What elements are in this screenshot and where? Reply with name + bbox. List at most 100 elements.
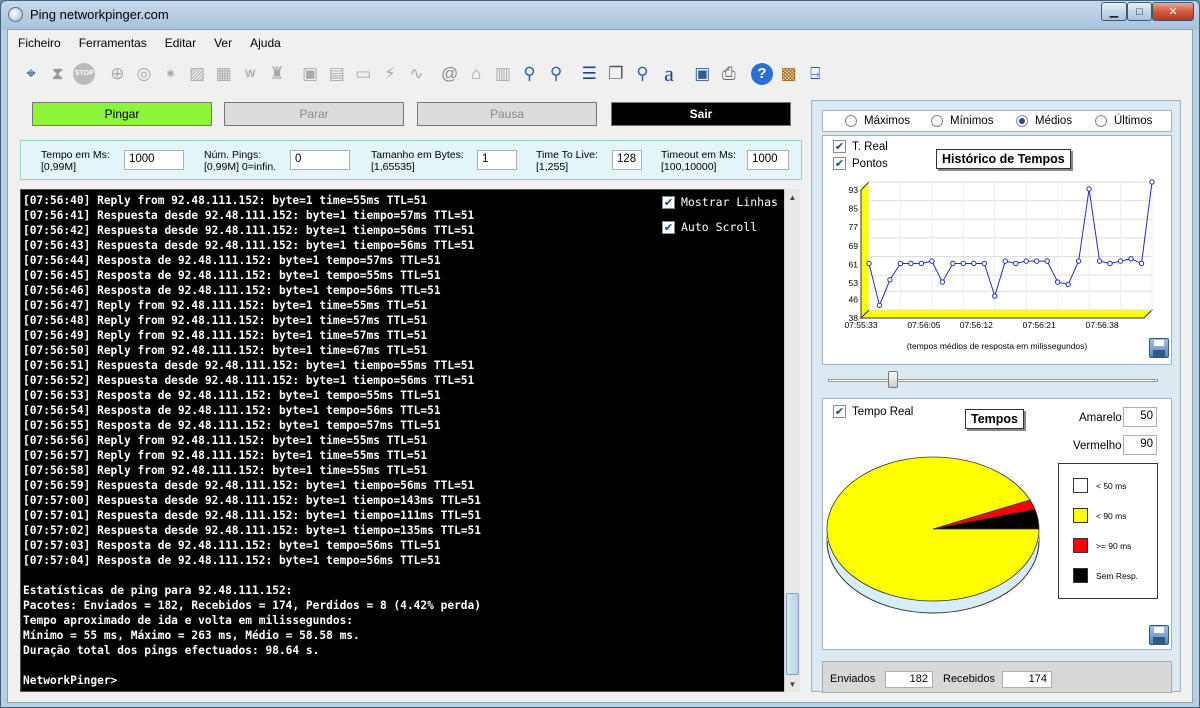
history-slider[interactable] — [822, 371, 1172, 388]
exit-door-icon[interactable]: ⍈ — [802, 61, 828, 87]
save-icon[interactable]: ▣ — [689, 61, 715, 87]
bank-icon[interactable]: ⌂ — [463, 61, 489, 87]
whois-icon[interactable]: ✱ — [158, 61, 184, 87]
exit-button[interactable]: Sair — [611, 102, 791, 126]
console-line: [07:56:48] Reply from 92.48.111.152: byt… — [23, 314, 428, 327]
menu-ficheiro[interactable]: Ficheiro — [18, 36, 61, 50]
menu-ver[interactable]: Ver — [214, 36, 232, 50]
legend-swatch — [1073, 538, 1088, 553]
save-chart-icon[interactable] — [1149, 625, 1169, 645]
castle-icon[interactable]: ♜ — [264, 61, 290, 87]
history-point — [939, 279, 946, 285]
copy-icon[interactable]: ❐ — [603, 61, 629, 87]
pontos-checkbox[interactable]: ✔ Pontos — [833, 157, 888, 170]
history-point — [971, 260, 977, 267]
traceroute-icon[interactable]: ▨ — [184, 61, 210, 87]
stop-icon[interactable]: STOP — [71, 61, 97, 87]
title-bar[interactable]: Ping networkpinger.com ▁ □ ✕ — [1, 1, 1199, 29]
console-output[interactable]: [07:56:40] Reply from 92.48.111.152: byt… — [20, 189, 800, 692]
ttl-input[interactable]: 128 — [612, 150, 642, 170]
grid-icon[interactable]: ▦ — [211, 61, 237, 87]
radio-maximos[interactable]: Máximos — [845, 115, 910, 127]
search-key-icon[interactable]: ⚲ — [516, 61, 542, 87]
radio-circle — [845, 115, 857, 127]
slider-thumb[interactable] — [888, 371, 898, 388]
history-point — [960, 260, 967, 267]
tempo-real-checkbox[interactable]: ✔ Tempo Real — [833, 405, 913, 418]
console-line: [07:57:04] Resposta de 92.48.111.152: by… — [23, 554, 441, 567]
monitor-scan-icon[interactable]: ▤ — [324, 61, 350, 87]
console-line: [07:56:40] Reply from 92.48.111.152: byt… — [23, 194, 428, 207]
minimize-button[interactable]: ▁ — [1101, 2, 1127, 21]
console-line: [07:57:02] Respuesta desde 92.48.111.152… — [23, 524, 482, 537]
totals-bar: Enviados 182 Recebidos 174 — [822, 661, 1172, 693]
timeout-input[interactable]: 1000 — [747, 150, 789, 170]
pause-button[interactable]: Pausa — [417, 102, 597, 126]
menu-bar: Ficheiro Ferramentas Editar Ver Ajuda — [8, 30, 1192, 56]
crosshair-icon[interactable]: ⌖ — [18, 61, 44, 87]
console-scrollbar[interactable]: ▲ ▼ — [784, 189, 800, 692]
legend-swatch — [1073, 508, 1088, 523]
list-icon[interactable]: ☰ — [576, 61, 602, 87]
menu-editar[interactable]: Editar — [165, 36, 196, 50]
plug-icon[interactable]: ⚡ — [377, 61, 403, 87]
tempos-pie-chart — [826, 456, 1040, 614]
size-input[interactable]: 1 — [477, 150, 517, 170]
num-pings-input[interactable]: 0 — [290, 150, 350, 170]
radio-circle — [931, 115, 943, 127]
history-point — [1002, 258, 1008, 264]
treasure-icon[interactable]: ▩ — [776, 61, 802, 87]
scroll-down-icon[interactable]: ▼ — [785, 676, 800, 692]
console-line: [07:56:42] Respuesta desde 92.48.111.152… — [23, 224, 475, 237]
ping-button[interactable]: Pingar — [32, 102, 212, 126]
magnifier-icon[interactable]: ◎ — [131, 61, 157, 87]
check-icon: ✔ — [833, 157, 846, 170]
auto-scroll-checkbox[interactable]: ✔ Auto Scroll — [662, 220, 757, 234]
cable-icon[interactable]: ∿ — [404, 61, 430, 87]
console-line: Estatísticas de ping para 92.48.111.152: — [23, 584, 293, 597]
console-line: [07:56:52] Respuesta desde 92.48.111.152… — [23, 374, 475, 387]
recv-value: 174 — [1002, 671, 1052, 688]
num-pings-label: Núm. Pings: [0,99M] 0=infin. — [204, 149, 277, 173]
history-point — [887, 277, 893, 283]
target-icon[interactable]: ⊕ — [104, 61, 130, 87]
show-lines-checkbox[interactable]: ✔ Mostrar Linhas — [662, 195, 778, 209]
print-icon[interactable]: ⎙ — [716, 61, 742, 87]
wmi-icon[interactable]: W — [237, 61, 263, 87]
check-icon: ✔ — [662, 220, 675, 234]
tempo-input[interactable]: 1000 — [124, 150, 184, 170]
close-button[interactable]: ✕ — [1152, 2, 1194, 21]
hourglass-icon[interactable]: ⧗ — [45, 61, 71, 87]
printer-net-icon[interactable]: ▥ — [490, 61, 516, 87]
menu-ferramentas[interactable]: Ferramentas — [79, 36, 147, 50]
radio-ultimos[interactable]: Últimos — [1095, 115, 1152, 127]
vermelho-input[interactable]: 90 — [1123, 435, 1157, 455]
stats-mode-group: Máximos Mínimos Médios Últimos — [822, 110, 1172, 132]
at-icon[interactable]: @ — [437, 61, 463, 87]
search-key3-icon[interactable]: ⚲ — [629, 61, 655, 87]
x-tick-label: 07:56:05 — [907, 320, 940, 330]
computers-icon[interactable]: ▣ — [297, 61, 323, 87]
x-tick-label: 07:56:12 — [960, 320, 993, 330]
scroll-thumb[interactable] — [786, 593, 799, 675]
history-point — [1034, 258, 1040, 264]
search-key2-icon[interactable]: ⚲ — [543, 61, 569, 87]
toolbar: ⌖ ⧗ STOP ⊕ ◎ ✱ ▨ ▦ W ♜ ▣ ▤ ▭ ⚡ ∿ @ ⌂ ▥ ⚲… — [8, 56, 1192, 92]
amarelo-input[interactable]: 50 — [1123, 407, 1157, 427]
help-icon[interactable]: ? — [749, 61, 775, 87]
menu-ajuda[interactable]: Ajuda — [250, 36, 281, 50]
app-window: Ping networkpinger.com ▁ □ ✕ Ficheiro Fe… — [0, 0, 1200, 708]
history-point — [897, 260, 904, 267]
save-chart-icon[interactable] — [1149, 338, 1169, 358]
maximize-button[interactable]: □ — [1127, 2, 1152, 21]
plot-floor — [859, 309, 1154, 319]
radio-minimos[interactable]: Mínimos — [931, 115, 993, 127]
t-real-checkbox[interactable]: ✔ T. Real — [833, 140, 888, 153]
stop-button[interactable]: Parar — [224, 102, 404, 126]
radio-medios[interactable]: Médios — [1016, 115, 1072, 127]
slider-track — [828, 379, 1158, 382]
scroll-up-icon[interactable]: ▲ — [785, 189, 800, 205]
font-icon[interactable]: a — [656, 61, 682, 87]
console-line: [07:56:44] Resposta de 92.48.111.152: by… — [23, 254, 441, 267]
monitor-icon[interactable]: ▭ — [350, 61, 376, 87]
